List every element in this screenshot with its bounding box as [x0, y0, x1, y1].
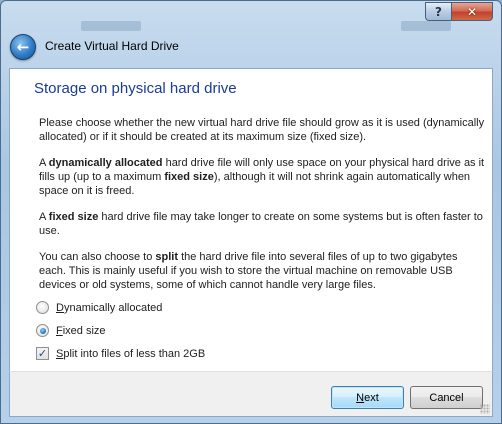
back-button[interactable]: ←: [10, 34, 36, 60]
fixed-size-label: Fixed size: [56, 324, 106, 337]
split-explanation-paragraph: You can also choose to split the hard dr…: [39, 251, 458, 291]
checkmark-icon: ✓: [37, 347, 48, 360]
close-button[interactable]: ✕: [451, 2, 493, 21]
cancel-button[interactable]: Cancel: [410, 386, 483, 409]
fixed-size-option[interactable]: Fixed size: [36, 324, 106, 337]
wizard-header: ← Create Virtual Hard Drive: [1, 23, 501, 69]
dynamically-allocated-label: Dynamically allocated: [56, 301, 163, 314]
window-title: Create Virtual Hard Drive: [45, 39, 179, 53]
resize-grip[interactable]: [480, 404, 490, 414]
intro-paragraph: Please choose whether the new virtual ha…: [39, 117, 485, 143]
dynamic-explanation-paragraph: A dynamically allocated hard drive file …: [39, 157, 485, 197]
page-title: Storage on physical hard drive: [34, 80, 237, 97]
button-bar: Next Cancel: [9, 371, 493, 417]
radio-selected-dot: [39, 327, 46, 334]
dynamically-allocated-option[interactable]: Dynamically allocated: [36, 301, 162, 314]
help-button[interactable]: ?: [425, 2, 451, 21]
fixed-explanation-paragraph: A fixed size hard drive file may take lo…: [39, 211, 483, 237]
dialog-window: ? ✕ ← Create Virtual Hard Drive Storage …: [0, 0, 502, 424]
close-icon: ✕: [466, 4, 478, 19]
split-files-option[interactable]: ✓ Split into files of less than 2GB: [36, 347, 205, 360]
wizard-page: Storage on physical hard drive Please ch…: [9, 68, 493, 371]
back-arrow-icon: ←: [16, 38, 30, 56]
fixed-size-radio[interactable]: [36, 324, 49, 337]
dynamically-allocated-radio[interactable]: [36, 301, 49, 314]
caption-buttons: ? ✕: [425, 2, 493, 22]
help-icon: ?: [435, 4, 442, 19]
next-button[interactable]: Next: [331, 386, 404, 409]
split-files-checkbox[interactable]: ✓: [36, 347, 49, 360]
split-files-label: Split into files of less than 2GB: [56, 347, 206, 360]
